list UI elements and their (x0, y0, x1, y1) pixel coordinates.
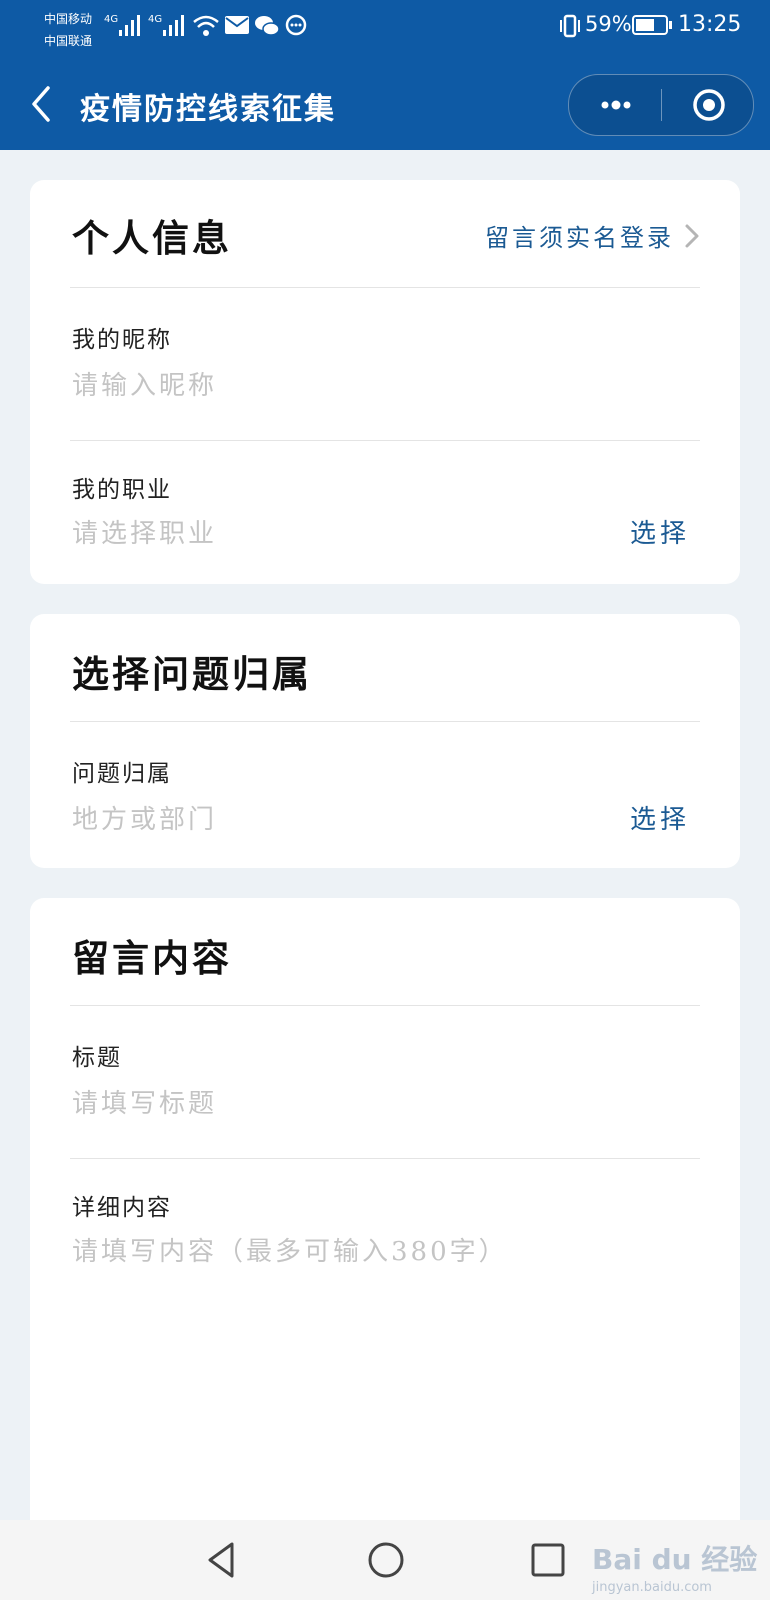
signal-icon (119, 15, 140, 36)
job-select-button[interactable]: 选择 (630, 513, 690, 550)
battery-percent: 59% (585, 12, 632, 36)
job-field[interactable]: 请选择职业 (72, 513, 217, 550)
category-label: 问题归属 (72, 761, 172, 787)
subject-input[interactable]: 请填写标题 (72, 1083, 217, 1120)
system-nav-bar: Bai du 经验 jingyan.baidu.com (0, 1520, 770, 1600)
clock: 13:25 (678, 12, 742, 37)
message-card: 留言内容 标题 请填写标题 详细内容 请填写内容（最多可输入380字） (30, 898, 740, 1558)
message-title: 留言内容 (72, 936, 232, 980)
detail-textarea[interactable]: 请填写内容（最多可输入380字） (72, 1231, 692, 1481)
category-card: 选择问题归属 问题归属 地方或部门 选择 (30, 614, 740, 868)
category-field[interactable]: 地方或部门 (72, 799, 217, 836)
category-title: 选择问题归属 (72, 652, 312, 696)
chat-bubble-icon (285, 14, 307, 36)
back-arrow-icon[interactable] (24, 82, 56, 126)
network-type-1: 4G (104, 14, 119, 25)
detail-label: 详细内容 (72, 1195, 172, 1221)
realname-login-link[interactable]: 留言须实名登录 (485, 218, 700, 253)
job-label: 我的职业 (72, 477, 172, 503)
status-bar: 中国移动 中国联通 4G 4G 59% 13:25 (0, 0, 770, 60)
watermark-brand: Bai du 经验 (592, 1543, 758, 1576)
subject-label: 标题 (72, 1045, 122, 1071)
divider (70, 1158, 700, 1159)
capsule-divider (661, 89, 662, 121)
nickname-input[interactable]: 请输入昵称 (72, 365, 217, 402)
more-options-icon[interactable] (599, 89, 633, 121)
nav-home-icon[interactable] (364, 1538, 408, 1582)
baidu-watermark: Bai du 经验 jingyan.baidu.com (592, 1538, 757, 1595)
realname-login-label: 留言须实名登录 (485, 224, 674, 252)
personal-info-title: 个人信息 (72, 216, 232, 260)
nav-back-icon[interactable] (200, 1538, 244, 1582)
carrier-2: 中国联通 (44, 34, 93, 48)
mini-program-capsule (568, 74, 754, 136)
chevron-right-icon (685, 224, 699, 247)
category-select-button[interactable]: 选择 (630, 799, 690, 836)
close-target-icon[interactable] (691, 87, 727, 123)
app-header: 中国移动 中国联通 4G 4G 59% 13:25 疫情防控线索征集 (0, 0, 770, 150)
signal-icon-2 (163, 15, 184, 36)
vibrate-icon (560, 14, 580, 38)
watermark-url: jingyan.baidu.com (592, 1580, 712, 1595)
wechat-icon (255, 16, 280, 36)
battery-icon (632, 15, 672, 35)
carrier-1: 中国移动 (44, 12, 93, 26)
mail-icon (225, 16, 249, 34)
wifi-icon (193, 15, 219, 36)
nav-recent-icon[interactable] (526, 1538, 570, 1582)
divider (70, 1005, 700, 1006)
divider (70, 287, 700, 288)
divider (70, 440, 700, 441)
carrier-info: 中国移动 中国联通 (44, 8, 92, 52)
network-type-2: 4G (148, 14, 163, 25)
personal-info-card: 个人信息 留言须实名登录 我的昵称 请输入昵称 我的职业 请选择职业 选择 (30, 180, 740, 584)
nickname-label: 我的昵称 (72, 327, 172, 353)
divider (70, 721, 700, 722)
page-title: 疫情防控线索征集 (80, 92, 336, 127)
